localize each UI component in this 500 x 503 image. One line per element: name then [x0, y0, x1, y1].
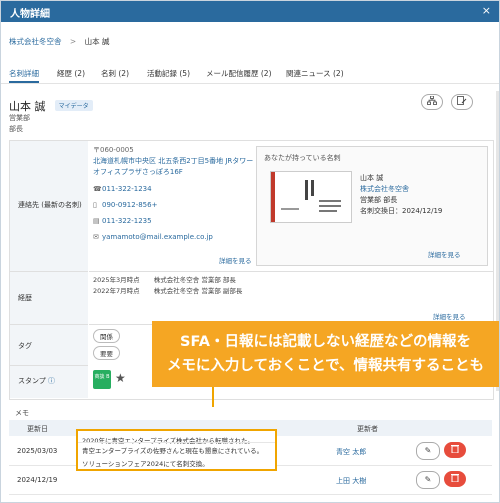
trash-icon: [451, 445, 459, 454]
mobile-value[interactable]: 090-0912-856+: [102, 201, 157, 209]
tab-mail-history[interactable]: メール配信履歴 (2): [206, 68, 272, 79]
career-text: 株式会社冬空舎 営業部 副部長: [153, 287, 243, 295]
tab-card-detail[interactable]: 名刺詳細: [9, 68, 39, 79]
email-value[interactable]: yamamoto@mail.example.co.jp: [102, 233, 213, 241]
memo-text-line: 青空エンタープライズの佐野さんと現在も懇意にされている。: [82, 447, 264, 455]
tab-activity[interactable]: 活動記録 (5): [147, 68, 190, 79]
career-more-link[interactable]: 詳細を見る: [433, 311, 466, 321]
career-label-cell: 経歴: [10, 272, 88, 325]
card-more-link[interactable]: 詳細を見る: [428, 249, 461, 259]
callout-banner: SFA・日報には記載しない経歴などの情報を メモに入力しておくことで、情報共有す…: [152, 321, 499, 387]
memo-divider: [78, 442, 275, 443]
career-text: 株式会社冬空舎 営業部 部長: [153, 276, 236, 284]
edit-memo-button[interactable]: ✎: [416, 442, 440, 460]
card-exchange-date: 名刺交換日：2024/12/19: [360, 207, 443, 215]
tab-bar: 名刺詳細 経歴 (2) 名刺 (2) 活動記録 (5) メール配信履歴 (2) …: [1, 61, 499, 84]
fax-row[interactable]: ▤ 011-322-1235: [93, 217, 152, 225]
career-label: 経歴: [18, 294, 32, 302]
address-line-2[interactable]: オフィスプラザさっぽろ16F: [93, 167, 183, 177]
card-company-link[interactable]: 株式会社冬空舎: [360, 184, 409, 194]
tel-value[interactable]: 011-322-1234: [102, 185, 152, 193]
person-detail-window: 人物詳細 × 株式会社冬空舎 > 山本 誠 名刺詳細 経歴 (2) 名刺 (2)…: [0, 0, 500, 503]
memo-col-author: 更新者: [357, 425, 378, 433]
person-name: 山本 誠: [9, 100, 46, 113]
person-role: 部長: [9, 125, 23, 133]
breadcrumb-company-link[interactable]: 株式会社冬空舎: [9, 37, 62, 46]
card-print-graphic: [281, 180, 341, 212]
callout-line-1: SFA・日報には記載しない経歴などの情報を: [180, 334, 471, 350]
memo-label: メモ: [15, 409, 29, 417]
memo-col-date: 更新日: [27, 425, 48, 433]
contact-more-link[interactable]: 詳細を見る: [219, 255, 252, 265]
memo-author-link[interactable]: 青空 太郎: [336, 447, 366, 457]
tel-row[interactable]: ☎011-322-1234: [93, 185, 152, 193]
memo-text-line: ソリューションフェア2024にて名刺交換。: [82, 460, 209, 468]
trash-icon: [451, 474, 459, 483]
memo-date: 2025/03/03: [17, 447, 58, 455]
mobile-row[interactable]: ▯ 090-0912-856+: [93, 201, 157, 209]
breadcrumb: 株式会社冬空舎 > 山本 誠: [9, 36, 109, 47]
star-icon[interactable]: ★: [115, 371, 126, 385]
window-title: 人物詳細: [10, 9, 50, 20]
career-row-2: 2022年7月時点 株式会社冬空舎 営業部 副部長: [93, 285, 242, 295]
tab-career[interactable]: 経歴 (2): [57, 68, 85, 79]
memo-date: 2024/12/19: [17, 476, 58, 484]
fax-value[interactable]: 011-322-1235: [102, 217, 152, 225]
card-person-name: 山本 誠: [360, 174, 384, 182]
business-card-image[interactable]: [270, 171, 352, 223]
contact-label-cell: 連絡先 (最新の名刺): [10, 141, 88, 272]
callout-line-2: メモに入力しておくことで、情報共有することも: [166, 358, 485, 374]
owned-card-box: あなたが持っている名刺 山本 誠 株式会社冬空舎 営業部 部長 名刺交換日：20…: [256, 146, 488, 266]
card-dept: 営業部 部長: [360, 196, 398, 204]
org-chart-icon: [427, 95, 437, 105]
delete-memo-button[interactable]: [444, 442, 466, 458]
career-row-1: 2025年3月時点 株式会社冬空舎 営業部 部長: [93, 274, 236, 284]
mail-icon: ✉: [93, 233, 99, 241]
stamp-label-cell: スタンプ ⓘ: [10, 366, 88, 398]
tag-label-cell: タグ: [10, 325, 88, 366]
callout-connector: [212, 387, 214, 407]
career-date: 2025年3月時点: [93, 276, 140, 284]
edit-note-button[interactable]: [451, 94, 473, 110]
mobile-icon: ▯: [93, 201, 97, 209]
org-chart-button[interactable]: [421, 94, 443, 110]
close-icon[interactable]: ×: [482, 4, 491, 17]
delete-memo-button[interactable]: [444, 471, 466, 487]
tab-cards[interactable]: 名刺 (2): [101, 68, 129, 79]
career-date: 2022年7月時点: [93, 287, 140, 295]
contact-label: 連絡先 (最新の名刺): [18, 201, 82, 209]
active-tab-indicator: [9, 81, 39, 83]
memo-text-line: 2020年に青空エンタープライズ株式会社から転職された。: [82, 437, 254, 445]
tag-chip[interactable]: 要要: [93, 346, 120, 360]
phone-icon: ☎: [93, 185, 102, 193]
person-dept: 営業部: [9, 114, 30, 122]
person-header: 山本 誠 マイデータ: [9, 95, 93, 114]
memo-highlight-box: 2020年に青空エンタープライズ株式会社から転職された。 青空エンタープライズの…: [76, 429, 277, 471]
stamp-badge[interactable]: 商談 B: [93, 370, 111, 389]
row-divider: [89, 271, 493, 272]
zip-code: 〒060-0005: [93, 146, 134, 154]
my-data-badge: マイデータ: [54, 100, 93, 111]
tab-news[interactable]: 関連ニュース (2): [286, 68, 344, 79]
tag-chip[interactable]: 関係: [93, 329, 120, 343]
breadcrumb-separator: >: [69, 37, 77, 46]
fax-icon: ▤: [93, 217, 100, 225]
memo-author-link[interactable]: 上田 大樹: [336, 476, 366, 486]
edit-memo-button[interactable]: ✎: [416, 471, 440, 489]
breadcrumb-person: 山本 誠: [84, 37, 110, 46]
email-row[interactable]: ✉ yamamoto@mail.example.co.jp: [93, 233, 213, 241]
address-line-1[interactable]: 北海道札幌市中央区 北五条西2丁目5番地 JRタワー: [93, 156, 253, 166]
note-edit-icon: [457, 96, 467, 105]
tag-label: タグ: [18, 342, 32, 350]
stamp-label: スタンプ: [18, 377, 46, 385]
title-bar: 人物詳細 ×: [1, 1, 499, 22]
info-icon[interactable]: ⓘ: [48, 376, 55, 386]
stamp-text: 商談 B: [94, 374, 110, 380]
owned-card-header: あなたが持っている名刺: [264, 154, 341, 162]
